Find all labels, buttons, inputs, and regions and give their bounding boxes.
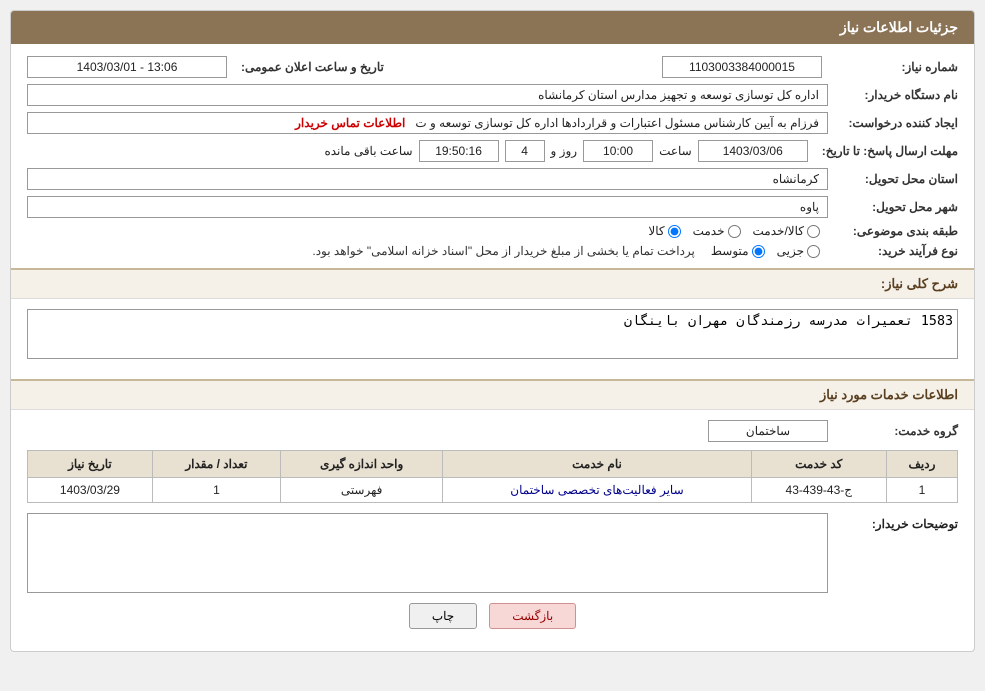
table-row: 1ج-43-439-43سایر فعالیت‌های تخصصی ساختما…	[28, 478, 958, 503]
services-section-title: اطلاعات خدمات مورد نیاز	[11, 379, 974, 410]
buyer-notes-textarea[interactable]	[27, 513, 828, 593]
table-cell-date: 1403/03/29	[28, 478, 153, 503]
category-radio-group: کالا/خدمت خدمت کالا	[648, 224, 820, 238]
remaining-label: ساعت باقی مانده	[324, 144, 412, 158]
page-header: جزئیات اطلاعات نیاز	[11, 11, 974, 44]
reply-date-value: 1403/03/06	[698, 140, 808, 162]
category-option-kala-khedmat: کالا/خدمت	[753, 224, 820, 238]
delivery-city-value: پاوه	[27, 196, 828, 218]
need-description-title: شرح کلی نیاز:	[11, 268, 974, 299]
category-label: طبقه بندی موضوعی:	[828, 224, 958, 238]
category-label-kala-khedmat: کالا/خدمت	[753, 224, 804, 238]
reply-deadline-label: مهلت ارسال پاسخ: تا تاریخ:	[814, 144, 958, 158]
process-label-motavaset: متوسط	[711, 244, 749, 258]
reply-days-value: 4	[505, 140, 545, 162]
col-code: کد خدمت	[751, 451, 886, 478]
creator-contact-link[interactable]: اطلاعات تماس خریدار	[295, 116, 405, 130]
table-cell-row: 1	[886, 478, 957, 503]
category-radio-kala[interactable]	[668, 225, 681, 238]
col-date: تاریخ نیاز	[28, 451, 153, 478]
delivery-province-value: کرمانشاه	[27, 168, 828, 190]
table-cell-unit: فهرستی	[280, 478, 442, 503]
announcement-label: تاریخ و ساعت اعلان عمومی:	[233, 60, 384, 74]
category-option-kala: کالا	[648, 224, 680, 238]
process-radio-motavaset[interactable]	[752, 245, 765, 258]
creator-text: فرزام به آیین کارشناس مسئول اعتبارات و ق…	[415, 116, 819, 130]
buyer-org-value: اداره کل توسازی توسعه و تجهیز مدارس استا…	[27, 84, 828, 106]
table-cell-code: ج-43-439-43	[751, 478, 886, 503]
process-label-jozei: جزیی	[777, 244, 804, 258]
creator-label: ایجاد کننده درخواست:	[828, 116, 958, 130]
delivery-province-label: استان محل تحویل:	[828, 172, 958, 186]
service-group-label: گروه خدمت:	[828, 424, 958, 438]
announcement-value: 1403/03/01 - 13:06	[27, 56, 227, 78]
process-option-motavaset: متوسط	[711, 244, 765, 258]
process-note: پرداخت تمام یا بخشی از مبلغ خریدار از مح…	[27, 244, 703, 258]
need-description-textarea[interactable]	[27, 309, 958, 359]
creator-value: فرزام به آیین کارشناس مسئول اعتبارات و ق…	[27, 112, 828, 134]
reply-countdown-value: 19:50:16	[419, 140, 499, 162]
category-label-kala: کالا	[648, 224, 664, 238]
print-button[interactable]: چاپ	[409, 603, 477, 629]
col-name: نام خدمت	[443, 451, 751, 478]
table-cell-name: سایر فعالیت‌های تخصصی ساختمان	[443, 478, 751, 503]
buyer-notes-label: توضیحات خریدار:	[828, 513, 958, 593]
process-radio-group: جزیی متوسط	[711, 244, 820, 258]
back-button[interactable]: بازگشت	[489, 603, 576, 629]
buyer-org-label: نام دستگاه خریدار:	[828, 88, 958, 102]
col-row: ردیف	[886, 451, 957, 478]
need-number-value: 1103003384000015	[662, 56, 822, 78]
need-number-label: شماره نیاز:	[828, 60, 958, 74]
time-label: ساعت	[659, 144, 692, 158]
category-label-khedmat: خدمت	[693, 224, 725, 238]
service-group-value: ساختمان	[708, 420, 828, 442]
delivery-city-label: شهر محل تحویل:	[828, 200, 958, 214]
services-table: ردیف کد خدمت نام خدمت واحد اندازه گیری ت…	[27, 450, 958, 503]
process-option-jozei: جزیی	[777, 244, 820, 258]
days-label: روز و	[551, 144, 578, 158]
process-radio-jozei[interactable]	[807, 245, 820, 258]
category-radio-kala-khedmat[interactable]	[807, 225, 820, 238]
col-count: تعداد / مقدار	[152, 451, 280, 478]
action-buttons: بازگشت چاپ	[27, 603, 958, 639]
category-radio-khedmat[interactable]	[728, 225, 741, 238]
col-unit: واحد اندازه گیری	[280, 451, 442, 478]
process-type-label: نوع فرآیند خرید:	[828, 244, 958, 258]
need-description-container: 1583 تعمیرات مدرسه رزمندگان مهران باینگا…	[27, 309, 958, 369]
category-option-khedmat: خدمت	[693, 224, 741, 238]
table-cell-count: 1	[152, 478, 280, 503]
reply-time-value: 10:00	[583, 140, 653, 162]
